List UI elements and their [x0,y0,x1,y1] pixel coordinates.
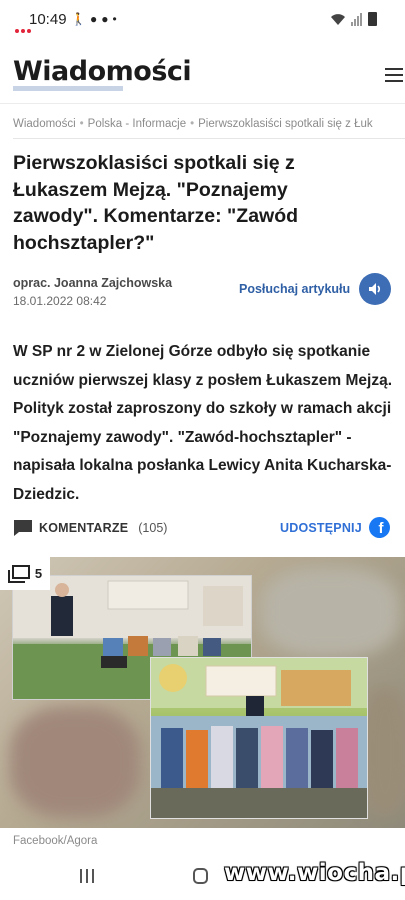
breadcrumb-item[interactable]: Wiadomości [13,118,76,134]
system-nav-bar: www.wiocha.pl [0,852,405,900]
speaker-icon[interactable] [359,273,391,305]
app-icon: ● [101,12,109,26]
share-button[interactable]: UDOSTĘPNIJ [280,521,362,535]
breadcrumb-separator: • [79,118,84,130]
tab-indicator-dots [15,29,31,33]
article-date: 18.01.2022 08:42 [13,294,107,308]
walking-icon: 🚶 [71,12,86,26]
watermark: www.wiocha.pl [224,860,405,886]
messenger-icon: ● [89,12,98,26]
divider [13,138,405,139]
status-notification-icons: 🚶 ● ● • [71,12,117,26]
site-logo[interactable]: Wiadomości [13,56,192,87]
photo-caption: Facebook/Agora [13,835,98,847]
comments-count: (105) [138,521,168,535]
recents-button[interactable] [80,869,94,883]
breadcrumb-item[interactable]: Polska - Informacje [88,118,186,134]
home-button[interactable] [193,868,208,884]
comments-label: KOMENTARZE [39,521,129,535]
photo-blur [260,567,400,657]
status-time: 10:49 [29,11,67,28]
listen-article-link[interactable]: Posłuchaj artykułu [239,282,350,296]
group-photo [150,657,368,819]
wifi-icon [331,13,345,25]
status-system-icons [330,12,377,26]
comments-button[interactable]: KOMENTARZE (105) [13,517,167,539]
gallery-count: 5 [34,566,43,581]
breadcrumb: Wiadomości • Polska - Informacje • Pierw… [13,118,405,134]
dot-icon: • [112,12,117,26]
site-header: Wiadomości [0,46,405,104]
battery-icon [368,12,377,26]
facebook-icon[interactable]: f [369,517,390,538]
article-author[interactable]: oprac. Joanna Zajchowska [13,276,172,290]
article-photo[interactable]: 5 [0,557,405,828]
gallery-stack-icon [7,564,30,583]
photo-blur [10,707,140,817]
hamburger-icon[interactable] [385,68,403,82]
breadcrumb-item[interactable]: Pierwszoklasiści spotkali się z Łuk [198,118,372,134]
status-bar: 10:49 🚶 ● ● • [0,0,405,40]
gallery-count-badge[interactable]: 5 [0,557,50,590]
article-title: Pierwszoklasiści spotkali się z Łukaszem… [13,152,299,254]
signal-icon [351,12,362,26]
article-lead: W SP nr 2 w Zielonej Górze odbyło się sp… [13,343,393,503]
comment-bubble-icon [14,520,32,536]
breadcrumb-separator: • [190,118,195,130]
